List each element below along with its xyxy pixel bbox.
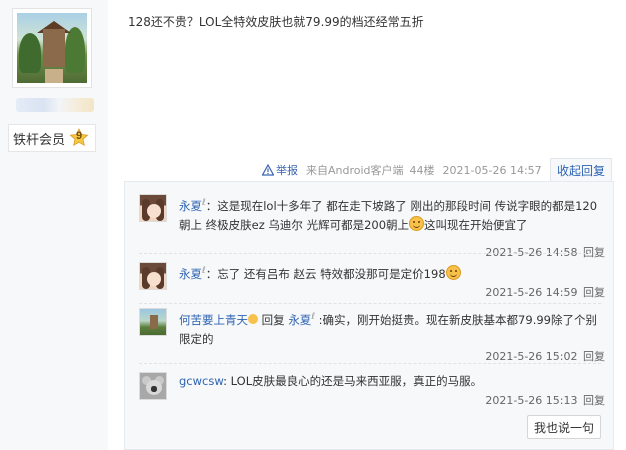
- reply-content: : LOL皮肤最良心的还是马来西亚服，真正的马服。: [223, 374, 483, 388]
- reply-target-username[interactable]: 永夏: [288, 313, 311, 327]
- reply-divider: [139, 253, 601, 254]
- reply-text: gcwcsw: LOL皮肤最良心的还是马来西亚服，真正的马服。: [179, 372, 605, 391]
- reply-button[interactable]: 回复: [583, 350, 605, 363]
- warning-icon: [262, 164, 274, 176]
- reply-item: gcwcsw: LOL皮肤最良心的还是马来西亚服，真正的马服。 2021-5-2…: [139, 372, 605, 412]
- reply-time: 2021-5-26 15:02: [485, 350, 578, 363]
- author-name-blurred[interactable]: [16, 98, 94, 112]
- reply-username[interactable]: 永夏: [179, 199, 202, 213]
- reply-text: 永夏ℓ：忘了 还有吕布 赵云 特效都没那可是定价198: [179, 262, 605, 284]
- reply-item: 永夏ℓ：这是现在lol十多年了 都在走下坡路了 刚出的那段时间 传说字眼的都是1…: [139, 194, 605, 266]
- report-label: 举报: [276, 164, 298, 177]
- reply-avatar[interactable]: [139, 372, 167, 400]
- reply-to-word: 回复: [261, 312, 285, 327]
- reply-button[interactable]: 回复: [583, 394, 605, 407]
- reply-panel: 永夏ℓ：这是现在lol十多年了 都在走下坡路了 刚出的那段时间 传说字眼的都是1…: [124, 181, 614, 450]
- reply-divider: [139, 363, 601, 364]
- post-source: 来自Android客户端: [306, 164, 404, 177]
- smile-emoji-icon: [445, 264, 461, 280]
- post-meta: 举报 来自Android客户端 44楼 2021-05-26 14:57: [262, 160, 542, 180]
- collapse-replies-button[interactable]: 收起回复: [550, 158, 612, 182]
- reply-footer: 2021-5-26 15:13 回复: [485, 392, 605, 408]
- report-link[interactable]: 举报: [262, 162, 298, 178]
- reply-text: 永夏ℓ：这是现在lol十多年了 都在走下坡路了 刚出的那段时间 传说字眼的都是1…: [179, 194, 605, 235]
- avatar-image: [17, 13, 87, 83]
- reply-username[interactable]: 永夏: [179, 267, 202, 281]
- reply-footer: 2021-5-26 15:02 回复: [485, 348, 605, 364]
- reply-divider: [139, 303, 601, 304]
- reply-avatar[interactable]: [139, 262, 167, 290]
- post-content: 128还不贵？LOL全特效皮肤也就79.99的档还经常五折: [128, 15, 424, 29]
- member-label: 铁杆会员: [13, 132, 66, 148]
- reply-time: 2021-5-26 14:59: [485, 286, 578, 299]
- reply-time: 2021-5-26 15:13: [485, 394, 578, 407]
- reply-content-tail: 这叫现在开始便宜了: [424, 217, 528, 232]
- post-floor: 44楼: [409, 164, 435, 177]
- smile-emoji-icon: [409, 215, 425, 231]
- reply-username[interactable]: gcwcsw: [179, 374, 223, 388]
- reply-avatar[interactable]: [139, 194, 167, 222]
- author-avatar[interactable]: [12, 8, 92, 88]
- level-number: 9: [75, 130, 83, 142]
- reply-footer: 2021-5-26 14:58 回复: [485, 244, 605, 260]
- reply-content: ：忘了 还有吕布 赵云 特效都没那可是定价198: [205, 266, 446, 281]
- level-badge-icon: 9: [69, 128, 89, 148]
- reply-button[interactable]: 回复: [583, 286, 605, 299]
- reply-item: 永夏ℓ：忘了 还有吕布 赵云 特效都没那可是定价198 2021-5-26 14…: [139, 262, 605, 302]
- reply-avatar[interactable]: [139, 308, 167, 336]
- post-time: 2021-05-26 14:57: [442, 163, 542, 177]
- say-something-button[interactable]: 我也说一句: [527, 415, 601, 439]
- author-sidebar: 铁杆会员 9: [0, 0, 108, 450]
- reply-content: ：这是现在lol十多年了 都在走下坡路了 刚出的那段时间 传说字眼的都是120朝…: [179, 198, 598, 232]
- reply-username[interactable]: 何苦要上青天: [179, 313, 248, 327]
- reply-footer: 2021-5-26 14:59 回复: [485, 284, 605, 300]
- member-badge[interactable]: 铁杆会员 9: [8, 124, 96, 152]
- reply-item: 何苦要上青天 回复 永夏ℓ :确实，刚开始挺贵。现在新皮肤基本都79.99除了个…: [139, 308, 605, 370]
- smile-emoji-icon: [248, 313, 258, 324]
- reply-text: 何苦要上青天 回复 永夏ℓ :确实，刚开始挺贵。现在新皮肤基本都79.99除了个…: [179, 308, 605, 349]
